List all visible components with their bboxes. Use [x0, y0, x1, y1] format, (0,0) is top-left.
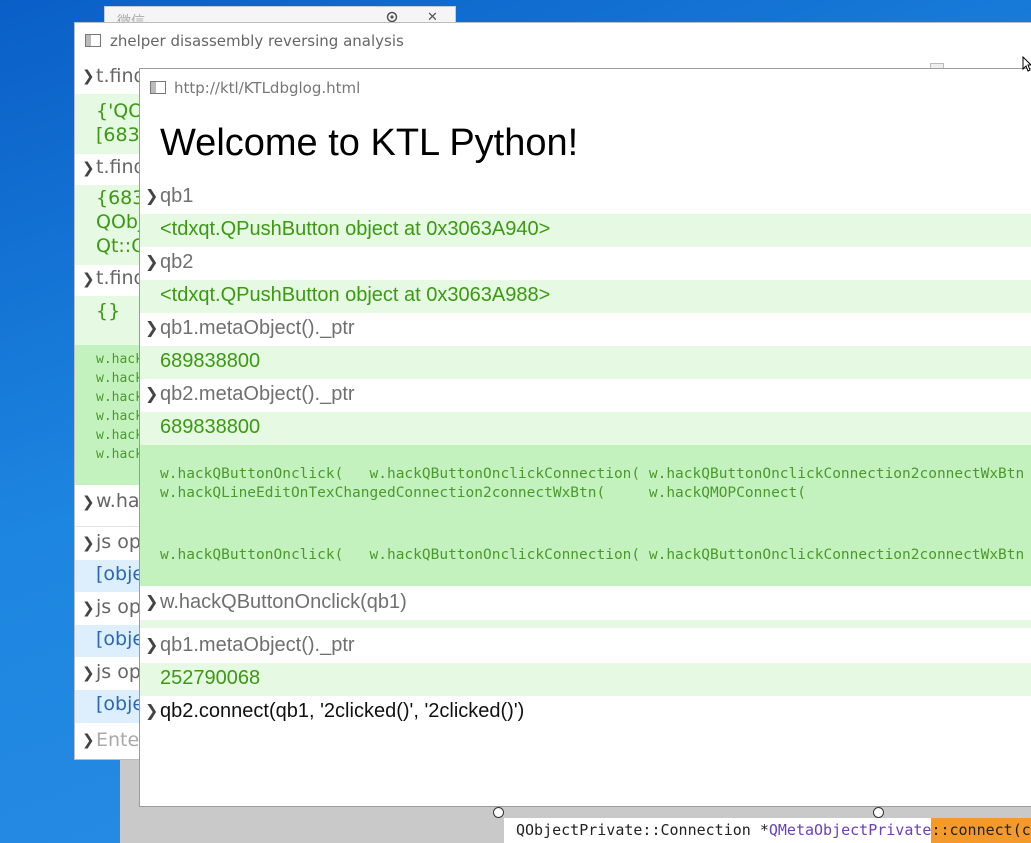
- list-item: {}: [75, 296, 141, 345]
- chevron-right-icon: ❯: [82, 159, 95, 177]
- chevron-right-icon: ❯: [145, 701, 159, 720]
- list-item: [objec: [75, 625, 141, 657]
- log-entry: ❯ qb1.metaObject()._ptr: [140, 630, 1031, 663]
- ktl-titlebar[interactable]: http://ktl/KTLdbglog.html: [140, 69, 1031, 105]
- code-part-2: QMetaObjectPrivate: [768, 821, 932, 839]
- chevron-right-icon: ❯: [82, 493, 95, 511]
- chevron-right-icon: ❯: [145, 318, 159, 337]
- log-result: 689838800: [140, 412, 1031, 445]
- autocomplete-block: w.hack w.hack w.hack w.hack w.hack w.hac…: [75, 345, 141, 485]
- chevron-right-icon: ❯: [82, 534, 95, 552]
- log-entry: ❯ qb2: [140, 247, 1031, 280]
- ktl-window[interactable]: http://ktl/KTLdbglog.html Welcome to KTL…: [139, 68, 1031, 807]
- log-entry: ❯ qb2.metaObject()._ptr: [140, 379, 1031, 412]
- chevron-right-icon: ❯: [145, 384, 159, 403]
- chevron-right-icon: ❯: [145, 592, 159, 611]
- zhelper-titlebar[interactable]: zhelper disassembly reversing analysis: [75, 23, 1031, 59]
- log-result: <tdxqt.QPushButton object at 0x3063A940>: [140, 214, 1031, 247]
- chevron-right-icon: ❯: [82, 599, 95, 617]
- chevron-right-icon: ❯: [82, 731, 95, 749]
- list-item: ❯t.findQ: [75, 265, 141, 296]
- source-code-strip: QObjectPrivate::Connection *QMetaObjectP…: [504, 818, 1031, 843]
- log-entry: ❯ qb1: [140, 181, 1031, 214]
- list-item: [objec: [75, 560, 141, 592]
- list-item: ❯t.findQ: [75, 154, 141, 185]
- window-icon: [150, 81, 166, 94]
- log-entry: ❯ qb1.metaObject()._ptr: [140, 313, 1031, 346]
- command-input[interactable]: ❯ qb2.connect(qb1, '2clicked()', '2clicke…: [140, 696, 1031, 721]
- resize-handle-left[interactable]: [493, 807, 504, 818]
- autocomplete-line: w.hackQButtonOnclick( w.hackQButtonOncli…: [160, 466, 1025, 482]
- log-entry: ❯ w.hackQButtonOnclick(qb1): [140, 587, 1031, 620]
- list-item: {68388QObjeQt::Co: [75, 185, 141, 265]
- chevron-right-icon: ❯: [82, 270, 95, 288]
- window-icon: [85, 34, 101, 47]
- list-item: ❯js oper: [75, 526, 141, 561]
- code-part-1: QObjectPrivate::Connection *: [516, 821, 769, 839]
- list-item: {'QObj[68383: [75, 94, 141, 154]
- chevron-right-icon: ❯: [145, 635, 159, 654]
- autocomplete-line: w.hackQLineEditOnTexChangedConnection2co…: [160, 485, 807, 501]
- page-title: Welcome to KTL Python!: [160, 122, 579, 164]
- log-result: 689838800: [140, 346, 1031, 379]
- autocomplete-block: w.hackQButtonOnclick( w.hackQButtonOncli…: [140, 445, 1031, 586]
- chevron-right-icon: ❯: [145, 186, 159, 205]
- list-item: ❯js oper: [75, 657, 141, 690]
- chevron-right-icon: ❯: [82, 67, 95, 85]
- command-input[interactable]: ❯Enter: [75, 723, 141, 759]
- list-item: ❯w.hack: [75, 485, 141, 521]
- list-item: [objec: [75, 690, 141, 723]
- mouse-cursor-icon: [1022, 55, 1031, 77]
- log-result: <tdxqt.QPushButton object at 0x3063A988>: [140, 280, 1031, 313]
- list-item: ❯js oper: [75, 592, 141, 625]
- ktl-url: http://ktl/KTLdbglog.html: [174, 79, 361, 97]
- autocomplete-line: w.hackQButtonOnclick( w.hackQButtonOncli…: [160, 547, 1025, 563]
- resize-handle-right[interactable]: [873, 807, 884, 818]
- log-result: 252790068: [140, 663, 1031, 696]
- zhelper-title: zhelper disassembly reversing analysis: [110, 32, 404, 50]
- code-part-3-highlight: ::connect(c: [931, 818, 1031, 843]
- divider: [140, 620, 1031, 628]
- chevron-right-icon: ❯: [82, 664, 95, 682]
- list-item: ❯t.findQ: [75, 61, 141, 94]
- chevron-right-icon: ❯: [145, 252, 159, 271]
